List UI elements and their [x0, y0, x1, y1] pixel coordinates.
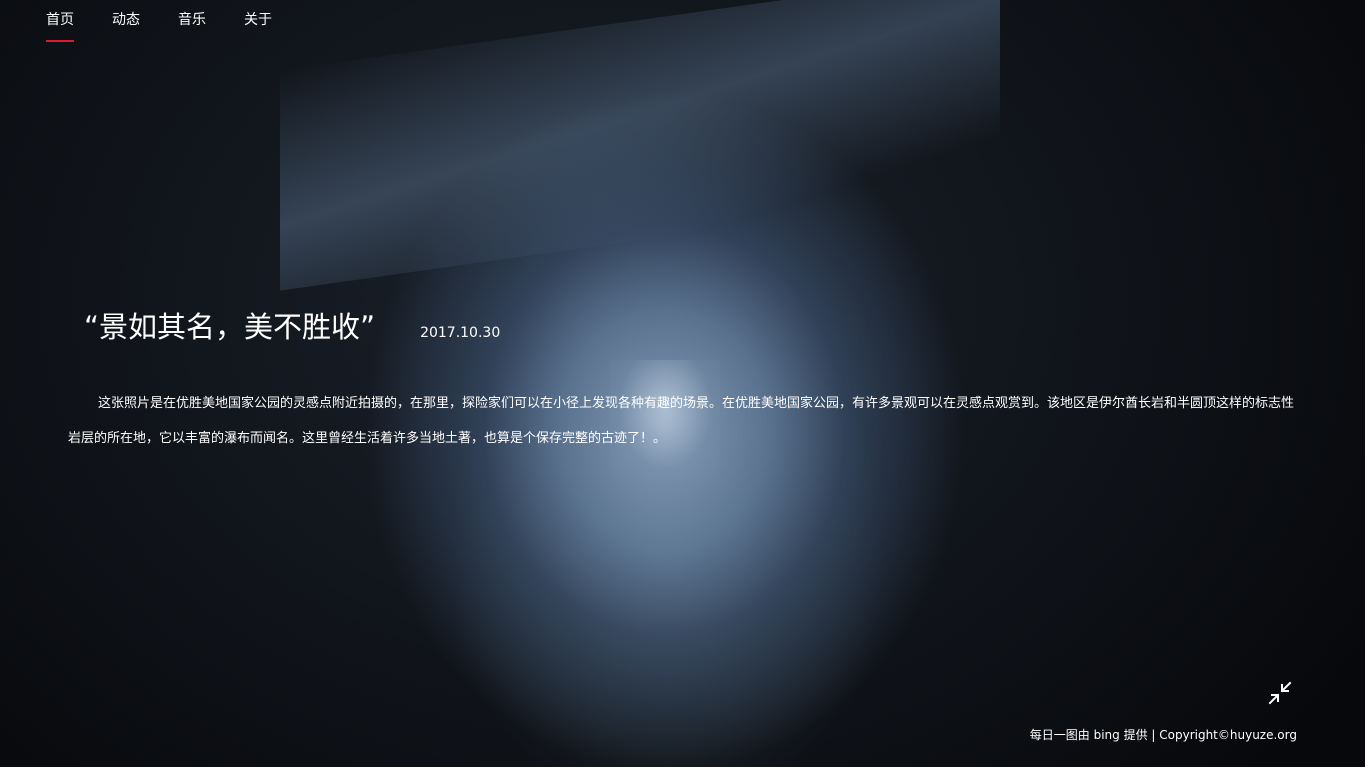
- story-header: “景如其名，美不胜收” 2017.10.30: [84, 304, 500, 346]
- story-date: 2017.10.30: [420, 325, 501, 341]
- collapse-button[interactable]: [1266, 679, 1294, 707]
- collapse-arrows-icon: [1268, 681, 1292, 705]
- nav-item-activity[interactable]: 动态: [112, 0, 140, 42]
- nav-item-about[interactable]: 关于: [244, 0, 272, 42]
- footer-copyright: 每日一图由 bing 提供 | Copyright©huyuze.org: [1029, 728, 1297, 742]
- story-description: 这张照片是在优胜美地国家公园的灵感点附近拍摄的，在那里，探险家们可以在小径上发现…: [68, 396, 1295, 446]
- top-navigation: 首页 动态 音乐 关于: [46, 0, 310, 42]
- page: 首页 动态 音乐 关于 “景如其名，美不胜收” 2017.10.30 这张照片是…: [0, 0, 1365, 767]
- nav-item-music[interactable]: 音乐: [178, 0, 206, 42]
- nav-item-home[interactable]: 首页: [46, 0, 74, 42]
- story-title: “景如其名，美不胜收”: [84, 310, 376, 344]
